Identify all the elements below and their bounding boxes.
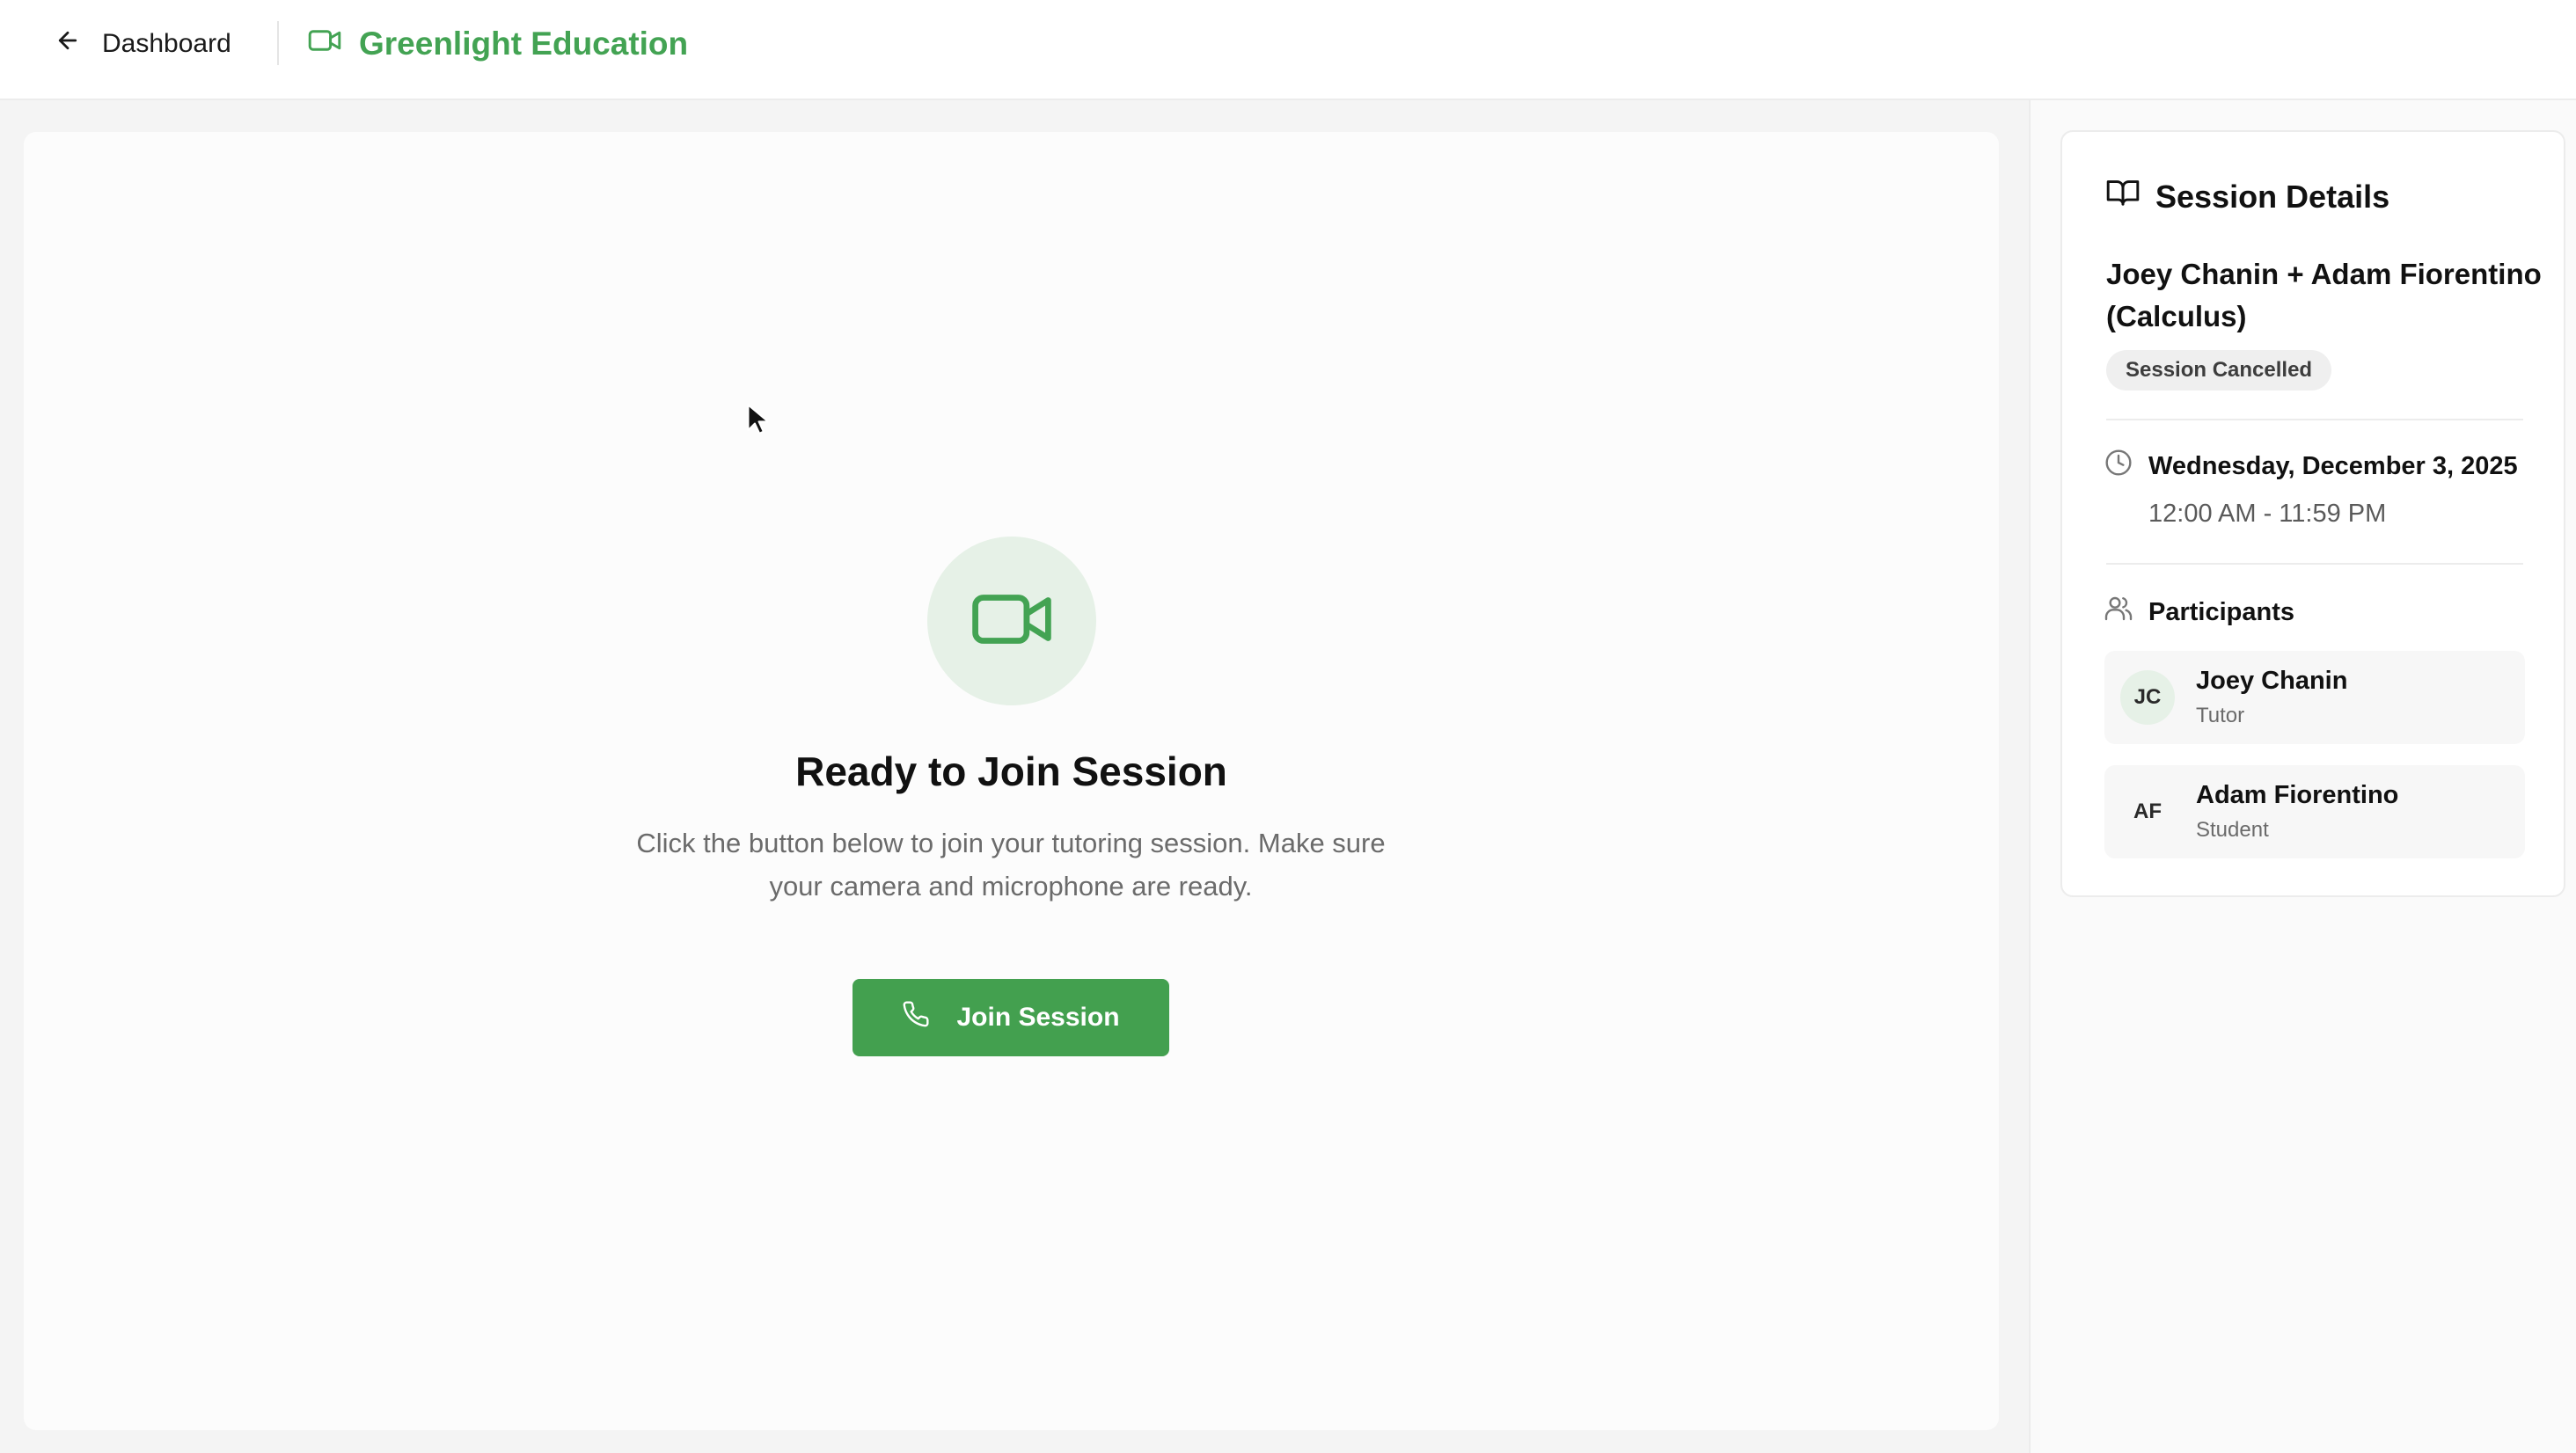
users-icon: [2104, 595, 2133, 630]
ready-title: Ready to Join Session: [795, 748, 1227, 794]
join-session-button[interactable]: Join Session: [853, 979, 1169, 1056]
header-divider: [277, 21, 279, 65]
participant-name: Adam Fiorentino: [2196, 781, 2399, 809]
join-session-panel: Ready to Join Session Click the button b…: [24, 132, 1999, 1430]
back-link-label: Dashboard: [102, 29, 231, 58]
book-open-icon: [2106, 178, 2140, 215]
brand: Greenlight Education: [308, 19, 688, 69]
session-details-title: Session Details: [2155, 178, 2390, 215]
session-time: 12:00 AM - 11:59 PM: [2148, 500, 2387, 528]
arrow-left-icon: [55, 27, 81, 61]
video-camera-icon: [308, 26, 341, 62]
participant-role: Tutor: [2196, 704, 2245, 727]
session-name: Joey Chanin + Adam Fiorentino (Calculus): [2106, 258, 2542, 332]
participant-item: JC Joey Chanin Tutor: [2104, 651, 2525, 744]
mouse-pointer-icon: [747, 404, 768, 434]
session-details-card: Session Details Joey Chanin + Adam Fiore…: [2060, 130, 2565, 897]
status-badge: Session Cancelled: [2106, 350, 2332, 391]
avatar: AF: [2120, 785, 2175, 839]
video-camera-badge: [927, 537, 1096, 705]
session-main-area: Ready to Join Session Click the button b…: [0, 100, 2029, 1453]
phone-icon: [902, 1000, 930, 1035]
video-camera-icon: [971, 592, 1052, 651]
top-bar: Dashboard Greenlight Education: [0, 0, 2576, 100]
brand-name: Greenlight Education: [359, 26, 689, 62]
session-date-text: Wednesday, December 3, 2025: [2148, 451, 2518, 480]
join-session-label: Join Session: [956, 1003, 1120, 1032]
session-sidebar: Session Details Joey Chanin + Adam Fiore…: [2029, 100, 2576, 1453]
participants-title: Participants: [2148, 597, 2294, 626]
divider: [2106, 563, 2523, 565]
ready-description: Click the button below to join your tuto…: [636, 828, 1386, 902]
session-date: Wednesday, December 3, 2025: [2104, 449, 2518, 484]
avatar: JC: [2120, 670, 2175, 725]
participant-name: Joey Chanin: [2196, 667, 2348, 695]
back-to-dashboard-link[interactable]: Dashboard: [55, 21, 231, 67]
divider: [2106, 419, 2523, 420]
participants-heading: Participants: [2104, 595, 2294, 630]
clock-icon: [2104, 449, 2133, 484]
participant-role: Student: [2196, 818, 2269, 842]
participant-item: AF Adam Fiorentino Student: [2104, 765, 2525, 858]
session-details-heading: Session Details: [2106, 178, 2389, 215]
